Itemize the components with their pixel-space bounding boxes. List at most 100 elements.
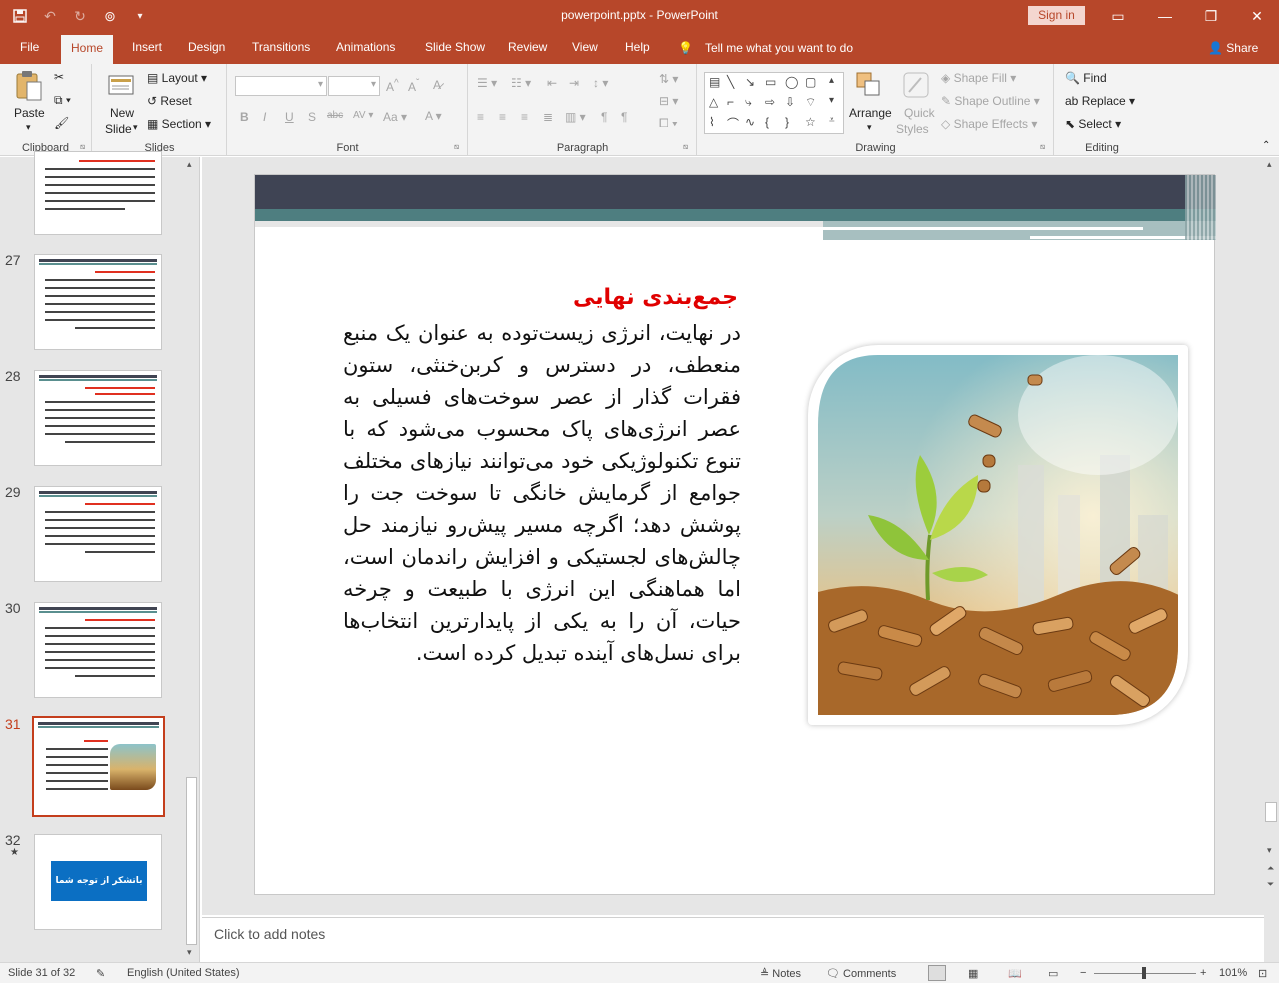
tab-file[interactable]: File bbox=[20, 40, 39, 54]
arrange-button[interactable]: Arrange bbox=[849, 106, 892, 120]
shape-outline-button[interactable]: ✎ Shape Outline ▾ bbox=[941, 94, 1040, 108]
align-center-icon[interactable]: ≡ bbox=[499, 110, 506, 124]
strikethrough-icon[interactable]: abc bbox=[327, 110, 343, 121]
layout-button[interactable]: ▤ Layout ▾ bbox=[147, 71, 207, 85]
justify-icon[interactable]: ≣ bbox=[543, 110, 553, 124]
align-left-icon[interactable]: ≡ bbox=[477, 110, 484, 124]
slide-title[interactable]: جمع‌بندی نهایی bbox=[573, 285, 738, 310]
paste-button[interactable]: Paste bbox=[14, 106, 45, 120]
callout-shape-icon[interactable]: ⌔ bbox=[805, 95, 816, 110]
tab-transitions[interactable]: Transitions bbox=[252, 40, 310, 54]
line-shape-icon[interactable]: ╲ bbox=[727, 75, 734, 89]
slide-thumbnail-selected[interactable] bbox=[32, 716, 165, 817]
down-arrow-shape-icon[interactable]: ⇩ bbox=[785, 95, 795, 109]
line-spacing-icon[interactable]: ↕ ▾ bbox=[593, 76, 608, 90]
increase-font-icon[interactable]: A^ bbox=[386, 78, 399, 94]
right-arrow-shape-icon[interactable]: ⇨ bbox=[765, 95, 775, 109]
rtl-icon[interactable]: ¶ bbox=[601, 110, 607, 124]
right-brace-shape-icon[interactable]: } bbox=[785, 115, 789, 129]
new-slide-label-1[interactable]: New bbox=[110, 106, 134, 120]
shape-fill-button[interactable]: ◈ Shape Fill ▾ bbox=[941, 71, 1016, 85]
zoom-in-icon[interactable]: + bbox=[1200, 967, 1206, 979]
columns-icon[interactable]: ▥ ▾ bbox=[565, 110, 586, 124]
canvas-scrollbar[interactable]: ▴ ▾ ⏶ ⏷ bbox=[1264, 157, 1279, 962]
tab-animations[interactable]: Animations bbox=[336, 40, 395, 54]
reset-button[interactable]: ↺ Reset bbox=[147, 94, 192, 108]
share-button[interactable]: 👤 Share bbox=[1208, 41, 1258, 55]
slide-body-text[interactable]: در نهایت، انرژی زیست‌توده به عنوان یک من… bbox=[343, 317, 741, 669]
decrease-font-icon[interactable]: Aˇ bbox=[408, 78, 419, 94]
font-name-combo[interactable] bbox=[235, 76, 327, 96]
collapse-ribbon-icon[interactable]: ⌃ bbox=[1262, 140, 1270, 151]
font-color-icon[interactable]: A ▾ bbox=[425, 109, 442, 123]
slide[interactable]: جمع‌بندی نهایی در نهایت، انرژی زیست‌توده… bbox=[254, 174, 1216, 895]
new-slide-label-2[interactable]: Slide bbox=[105, 122, 132, 136]
canvas-scroll-down-icon[interactable]: ▾ bbox=[1267, 845, 1272, 856]
gallery-more-icon[interactable]: ⩡ bbox=[829, 115, 835, 126]
close-icon[interactable]: ✕ bbox=[1242, 4, 1272, 28]
character-spacing-icon[interactable]: AV ▾ bbox=[353, 110, 373, 121]
smartart-icon[interactable]: ⧠ ▾ bbox=[659, 116, 678, 131]
previous-slide-icon[interactable]: ⏶ bbox=[1267, 863, 1274, 874]
find-button[interactable]: 🔍 Find bbox=[1065, 71, 1107, 85]
reading-view-icon[interactable]: 📖 bbox=[1008, 967, 1022, 980]
scroll-up-icon[interactable]: ▴ bbox=[187, 159, 192, 170]
gallery-up-icon[interactable]: ▴ bbox=[829, 75, 834, 86]
notes-placeholder[interactable]: Click to add notes bbox=[214, 926, 325, 942]
restore-icon[interactable]: ❐ bbox=[1196, 4, 1226, 28]
tell-me-box[interactable]: 💡 Tell me what you want to do bbox=[678, 41, 853, 55]
increase-indent-icon[interactable]: ⇥ bbox=[569, 76, 579, 90]
slide-thumbnail[interactable] bbox=[34, 602, 162, 698]
slide-thumbnail[interactable] bbox=[34, 254, 162, 350]
paste-dropdown-icon[interactable]: ▾ bbox=[26, 122, 31, 133]
triangle-shape-icon[interactable]: △ bbox=[709, 95, 718, 109]
zoom-slider-thumb[interactable] bbox=[1142, 967, 1146, 979]
tab-home[interactable]: Home bbox=[61, 35, 114, 64]
tab-help[interactable]: Help bbox=[625, 40, 650, 54]
rounded-rect-shape-icon[interactable]: ▢ bbox=[805, 75, 816, 89]
oval-shape-icon[interactable]: ◯ bbox=[785, 75, 798, 89]
minimize-icon[interactable]: — bbox=[1150, 4, 1180, 28]
replace-button[interactable]: ab Replace ▾ bbox=[1065, 94, 1135, 108]
curve-shape-icon[interactable]: ∿ bbox=[745, 115, 755, 129]
clear-formatting-icon[interactable]: A̷ bbox=[433, 78, 441, 92]
format-painter-icon[interactable]: 🖌 bbox=[54, 116, 69, 130]
sign-in-button[interactable]: Sign in bbox=[1028, 6, 1085, 25]
tab-design[interactable]: Design bbox=[188, 40, 225, 54]
thumbnail-scroll-thumb[interactable] bbox=[186, 777, 197, 945]
numbering-icon[interactable]: ☷ ▾ bbox=[511, 76, 531, 90]
change-case-icon[interactable]: Aa ▾ bbox=[383, 110, 407, 124]
notes-button[interactable]: ≜ Notes bbox=[760, 967, 801, 980]
arc-shape-icon[interactable]: ⌒ bbox=[727, 115, 739, 132]
zoom-out-icon[interactable]: − bbox=[1080, 967, 1086, 979]
font-launcher-icon[interactable]: ⧅ bbox=[454, 142, 459, 152]
normal-view-icon[interactable] bbox=[928, 965, 946, 981]
quick-styles-label-1[interactable]: Quick bbox=[904, 106, 935, 120]
next-slide-icon[interactable]: ⏷ bbox=[1267, 879, 1274, 890]
left-brace-shape-icon[interactable]: { bbox=[765, 115, 769, 129]
freeform-shape-icon[interactable]: ⌇ bbox=[709, 115, 715, 129]
new-slide-icon[interactable] bbox=[107, 70, 137, 102]
canvas-scroll-thumb[interactable] bbox=[1265, 802, 1277, 822]
slide-sorter-icon[interactable]: ▦ bbox=[968, 967, 978, 980]
scroll-down-icon[interactable]: ▾ bbox=[187, 947, 192, 958]
fit-to-window-icon[interactable]: ⊡ bbox=[1258, 967, 1267, 980]
decrease-indent-icon[interactable]: ⇤ bbox=[547, 76, 557, 90]
slide-thumbnail[interactable]: باتشکر از توجه شما bbox=[34, 834, 162, 930]
canvas-scroll-up-icon[interactable]: ▴ bbox=[1267, 159, 1272, 170]
align-right-icon[interactable]: ≡ bbox=[521, 110, 528, 124]
font-size-combo[interactable] bbox=[328, 76, 380, 96]
ribbon-display-options-icon[interactable]: ▭ bbox=[1103, 4, 1133, 28]
slide-show-icon[interactable]: ▭ bbox=[1048, 967, 1058, 980]
italic-icon[interactable]: I bbox=[263, 110, 266, 124]
quick-styles-label-2[interactable]: Styles bbox=[896, 122, 929, 136]
slide-thumbnail[interactable] bbox=[34, 151, 162, 235]
new-slide-dropdown-icon[interactable]: ▾ bbox=[133, 122, 138, 133]
biomass-image[interactable] bbox=[808, 345, 1188, 725]
tab-slide-show[interactable]: Slide Show bbox=[425, 40, 485, 54]
slide-thumbnail[interactable] bbox=[34, 370, 162, 466]
paragraph-launcher-icon[interactable]: ⧅ bbox=[683, 142, 688, 152]
tab-view[interactable]: View bbox=[572, 40, 598, 54]
spelling-icon[interactable]: ✎ bbox=[96, 967, 105, 980]
tab-insert[interactable]: Insert bbox=[132, 40, 162, 54]
